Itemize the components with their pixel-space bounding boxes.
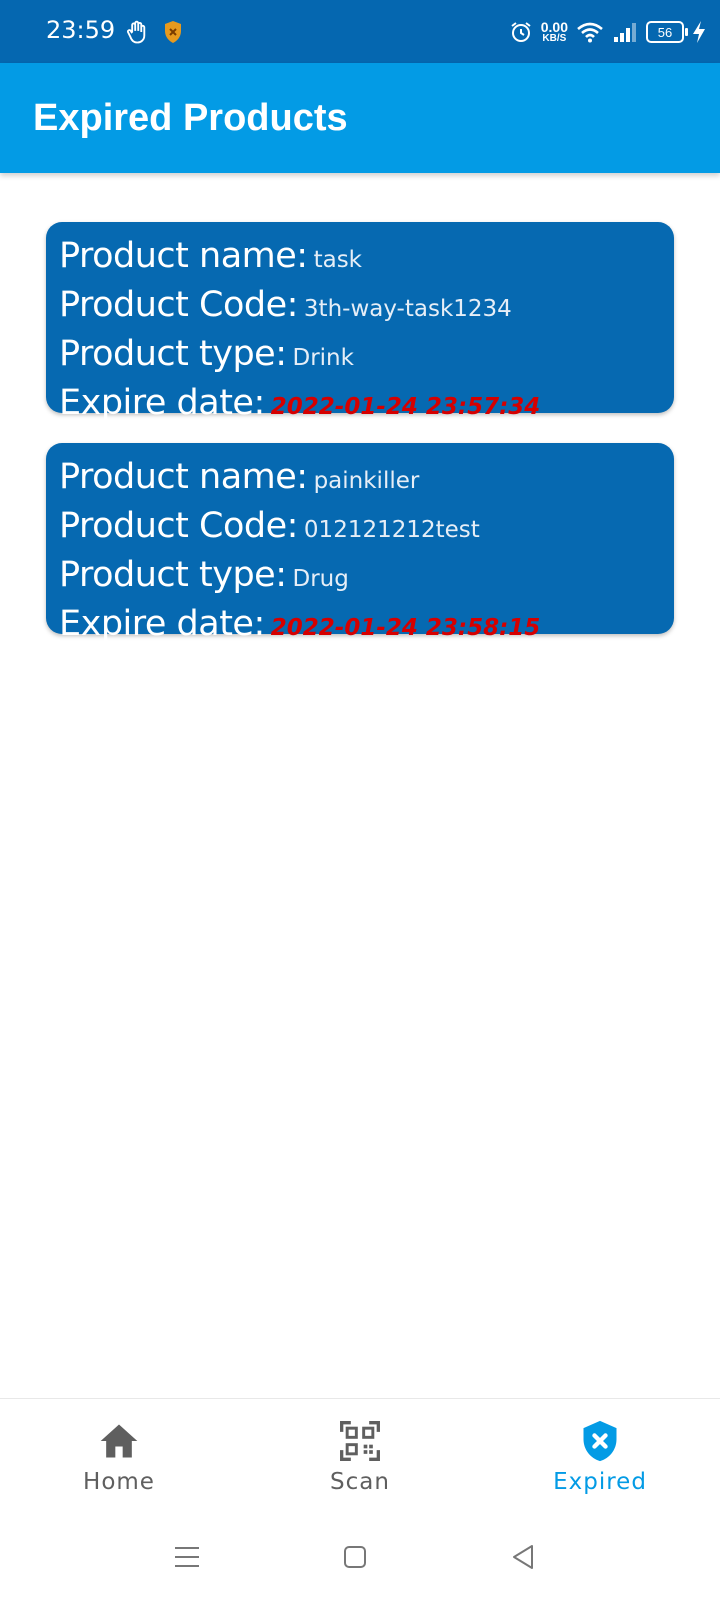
expire-date-label: Expire date: xyxy=(59,383,265,423)
nav-home[interactable]: Home xyxy=(39,1419,199,1495)
product-code-label: Product Code: xyxy=(59,285,298,325)
battery-indicator: 56 xyxy=(646,21,688,43)
expire-date-row: Expire date: 2022-01-24 23:58:15 xyxy=(59,604,661,653)
security-shield-icon xyxy=(165,21,181,43)
product-card[interactable]: Product name: painkiller Product Code: 0… xyxy=(46,443,674,644)
nav-scan[interactable]: Scan xyxy=(280,1419,440,1495)
expire-date-value: 2022-01-24 23:58:15 xyxy=(270,615,541,641)
product-card[interactable]: Product name: task Product Code: 3th-way… xyxy=(46,222,674,423)
product-code-value: 012121212test xyxy=(303,517,480,543)
nav-scan-label: Scan xyxy=(330,1469,390,1495)
app-bar: Expired Products xyxy=(0,63,720,173)
product-name-row: Product name: painkiller xyxy=(59,457,661,506)
product-type-row: Product type: Drug xyxy=(59,555,661,604)
network-speed: 0.00 KB/S xyxy=(540,19,568,44)
product-code-row: Product Code: 3th-way-task1234 xyxy=(59,285,661,334)
home-button-icon[interactable] xyxy=(340,1542,370,1572)
charging-bolt-icon xyxy=(693,21,705,43)
product-name-value: painkiller xyxy=(313,468,420,494)
expired-product-list: Product name: task Product Code: 3th-way… xyxy=(46,222,674,664)
bottom-navigation: Home Scan Expired xyxy=(0,1398,720,1517)
product-type-value: Drug xyxy=(292,566,349,592)
product-code-row: Product Code: 012121212test xyxy=(59,506,661,555)
page-title: Expired Products xyxy=(33,97,348,139)
home-icon xyxy=(100,1424,138,1458)
status-time: 23:59 xyxy=(46,16,116,44)
expire-date-value: 2022-01-24 23:57:34 xyxy=(270,394,541,420)
product-name-row: Product name: task xyxy=(59,236,661,285)
cell-signal-icon xyxy=(614,23,636,42)
alarm-icon xyxy=(511,22,531,42)
wifi-icon xyxy=(577,22,603,43)
product-code-value: 3th-way-task1234 xyxy=(303,296,512,322)
back-icon[interactable] xyxy=(508,1542,538,1572)
product-name-label: Product name: xyxy=(59,457,308,497)
expire-date-row: Expire date: 2022-01-24 23:57:34 xyxy=(59,383,661,432)
menu-icon[interactable] xyxy=(172,1542,202,1572)
status-bar: 23:59 0.00 KB/S 56 xyxy=(0,0,720,63)
product-type-row: Product type: Drink xyxy=(59,334,661,383)
nav-expired-label: Expired xyxy=(553,1469,647,1495)
nav-home-label: Home xyxy=(83,1469,155,1495)
product-name-value: task xyxy=(313,247,362,273)
system-navigation-bar xyxy=(0,1516,720,1600)
product-code-label: Product Code: xyxy=(59,506,298,546)
status-right-group: 0.00 KB/S 56 xyxy=(509,14,706,50)
expire-date-label: Expire date: xyxy=(59,604,265,644)
product-type-value: Drink xyxy=(292,345,354,371)
shield-x-icon xyxy=(583,1420,617,1462)
product-name-label: Product name: xyxy=(59,236,308,276)
qr-code-icon xyxy=(340,1421,380,1461)
product-type-label: Product type: xyxy=(59,334,287,374)
nav-expired[interactable]: Expired xyxy=(520,1419,680,1495)
hand-icon xyxy=(127,20,146,44)
product-type-label: Product type: xyxy=(59,555,287,595)
